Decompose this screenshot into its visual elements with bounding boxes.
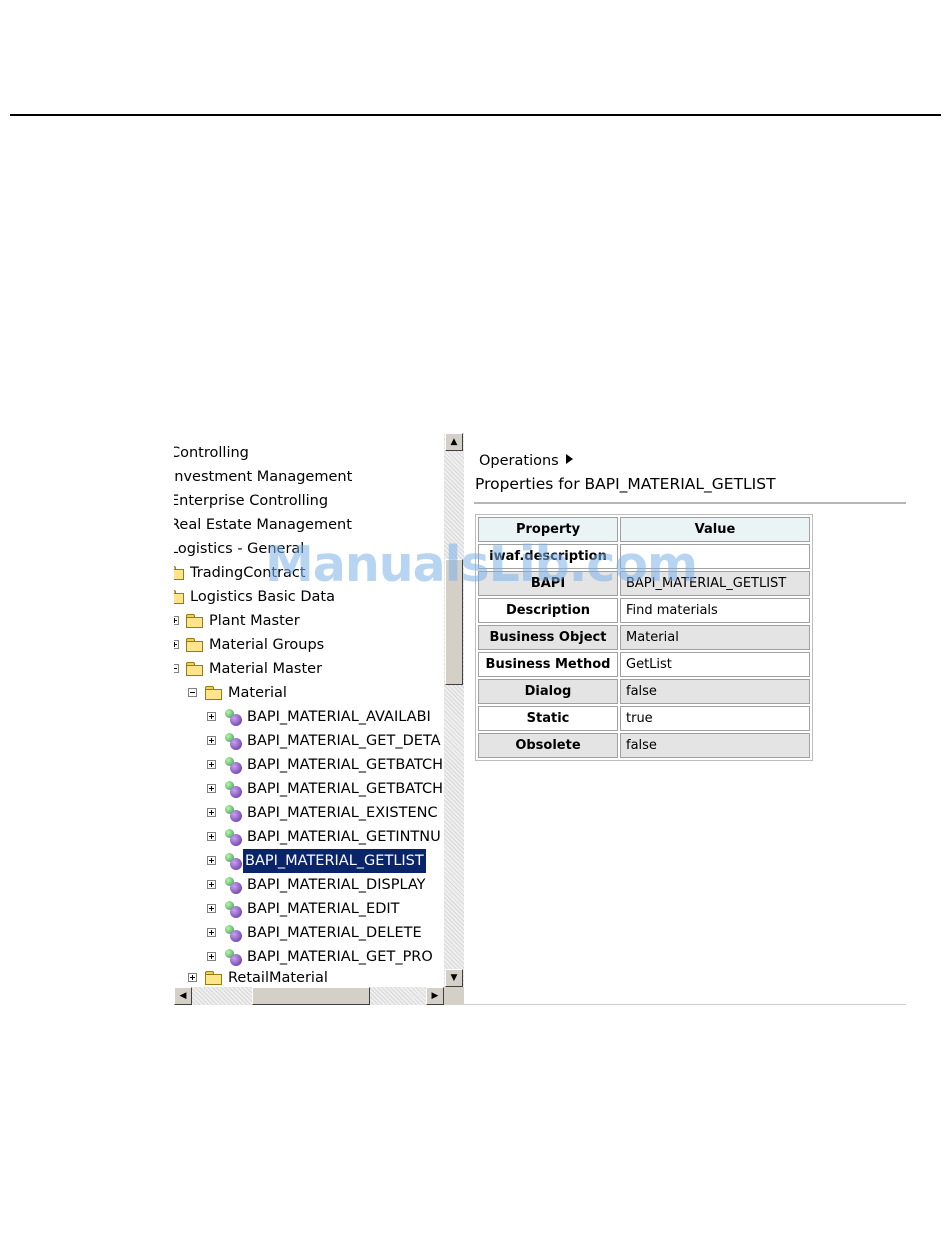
bapi-method-icon	[224, 949, 242, 966]
tree-item-label: Plant Master	[209, 613, 300, 629]
property-value: false	[620, 733, 810, 758]
tree-item-label: BAPI_MATERIAL_GET_DETA	[247, 733, 441, 749]
expand-icon[interactable]	[207, 808, 216, 817]
folder-icon	[205, 686, 222, 700]
properties-title: Properties for BAPI_MATERIAL_GETLIST	[475, 475, 776, 493]
tree-item-label: BAPI_MATERIAL_GETBATCH	[247, 757, 444, 773]
scroll-left-arrow-icon[interactable]: ◀	[174, 987, 192, 1005]
tree-item-label: BAPI_MATERIAL_DISPLAY	[247, 877, 426, 893]
property-value: Find materials	[620, 598, 810, 623]
watermark-text: ManualsLib.com	[265, 536, 698, 593]
bapi-method-icon	[224, 757, 242, 774]
expand-icon[interactable]	[207, 952, 216, 961]
folder-icon	[174, 590, 184, 604]
expand-icon[interactable]	[174, 640, 179, 649]
tree-vertical-scrollbar[interactable]: ▲ ▼	[444, 433, 464, 987]
tree-panel: Controlling Investment Management Enterp…	[174, 433, 464, 1005]
table-row: Business Object Material	[478, 625, 810, 650]
tree-item-label: Real Estate Management	[174, 517, 352, 533]
tree-item-label: Controlling	[174, 445, 249, 461]
tree-item-label: Material	[228, 685, 287, 701]
tree-item-label: BAPI_MATERIAL_GETINTNU	[247, 829, 441, 845]
bapi-method-icon	[224, 829, 242, 846]
folder-icon	[186, 662, 203, 676]
bapi-method-icon	[224, 853, 242, 870]
property-value: Material	[620, 625, 810, 650]
expand-icon[interactable]	[207, 712, 216, 721]
breadcrumb-operations[interactable]: Operations	[479, 453, 559, 469]
title-divider	[474, 502, 906, 504]
expand-icon[interactable]	[207, 832, 216, 841]
tree-item-label: BAPI_MATERIAL_EXISTENC	[247, 805, 438, 821]
folder-icon	[186, 614, 203, 628]
horizontal-scroll-thumb[interactable]	[252, 987, 370, 1005]
tree-item-label: RetailMaterial	[228, 970, 328, 986]
tree-item-label: Investment Management	[174, 469, 353, 485]
properties-panel: Operations Properties for BAPI_MATERIAL_…	[464, 433, 906, 1005]
tree-item-label: BAPI_MATERIAL_DELETE	[247, 925, 422, 941]
collapse-icon[interactable]	[188, 688, 197, 697]
property-name: Obsolete	[478, 733, 618, 758]
bapi-method-icon	[224, 733, 242, 750]
tree-horizontal-scrollbar[interactable]: ◀ ▶	[174, 987, 444, 1005]
property-name: Business Method	[478, 652, 618, 677]
bapi-method-icon	[224, 805, 242, 822]
table-row: Static true	[478, 706, 810, 731]
property-name: Static	[478, 706, 618, 731]
property-value: true	[620, 706, 810, 731]
expand-icon[interactable]	[207, 928, 216, 937]
bapi-method-icon	[224, 709, 242, 726]
screenshot-window: Controlling Investment Management Enterp…	[174, 433, 906, 1005]
scroll-up-arrow-icon[interactable]: ▲	[445, 433, 463, 451]
scroll-right-arrow-icon[interactable]: ▶	[426, 987, 444, 1005]
breadcrumb[interactable]: Operations	[479, 453, 573, 469]
bapi-method-icon	[224, 781, 242, 798]
table-row: Dialog false	[478, 679, 810, 704]
expand-icon[interactable]	[207, 856, 216, 865]
tree-item-label: Material Master	[209, 661, 323, 677]
table-row: Business Method GetList	[478, 652, 810, 677]
folder-icon	[186, 638, 203, 652]
property-value: false	[620, 679, 810, 704]
property-name: Business Object	[478, 625, 618, 650]
bapi-method-icon	[224, 877, 242, 894]
folder-icon	[205, 971, 222, 985]
bapi-method-icon	[224, 901, 242, 918]
tree-item-label: BAPI_MATERIAL_AVAILABI	[247, 709, 431, 725]
property-name: Description	[478, 598, 618, 623]
expand-icon[interactable]	[188, 973, 197, 982]
bapi-method-icon	[224, 925, 242, 942]
scrollbar-corner	[444, 987, 464, 1005]
tree-item-label: Enterprise Controlling	[174, 493, 329, 509]
expand-icon[interactable]	[207, 880, 216, 889]
tree-item-label: Material Groups	[209, 637, 325, 653]
tree-view: Controlling Investment Management Enterp…	[174, 433, 444, 987]
tree-item-label: BAPI_MATERIAL_EDIT	[247, 901, 400, 917]
expand-icon[interactable]	[207, 760, 216, 769]
scroll-down-arrow-icon[interactable]: ▼	[445, 969, 463, 987]
folder-icon	[174, 566, 184, 580]
expand-icon[interactable]	[207, 904, 216, 913]
expand-icon[interactable]	[174, 616, 179, 625]
table-row: Description Find materials	[478, 598, 810, 623]
panel-bottom-border	[464, 1004, 906, 1005]
property-name: Dialog	[478, 679, 618, 704]
expand-icon[interactable]	[207, 784, 216, 793]
property-value: GetList	[620, 652, 810, 677]
table-row: Obsolete false	[478, 733, 810, 758]
collapse-icon[interactable]	[174, 664, 179, 673]
breadcrumb-arrow-icon	[565, 454, 573, 464]
tree-item-label: BAPI_MATERIAL_GETBATCH	[247, 781, 444, 797]
page-header-rule	[10, 114, 941, 116]
tree-item-label-selected: BAPI_MATERIAL_GETLIST	[243, 849, 426, 873]
expand-icon[interactable]	[207, 736, 216, 745]
